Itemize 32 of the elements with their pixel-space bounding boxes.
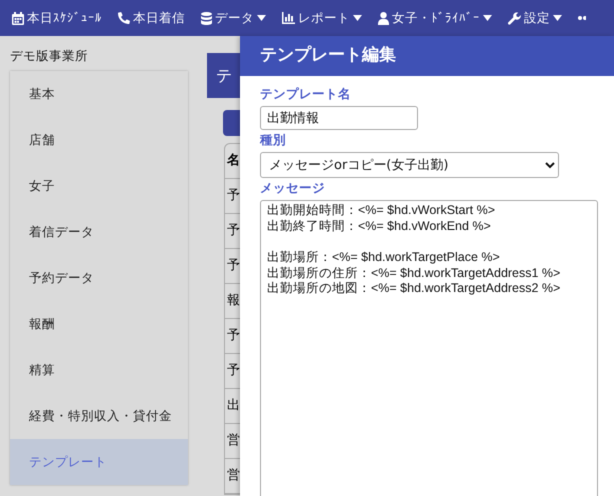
sidebar-item[interactable]: 基本 — [10, 71, 188, 117]
caret-icon — [257, 15, 266, 21]
caret-icon — [553, 15, 562, 21]
sidebar-item[interactable]: 報酬 — [10, 301, 188, 347]
nav-menu-item[interactable]: 本日着信 — [118, 6, 185, 30]
sidebar-item[interactable]: 着信データ — [10, 209, 188, 255]
template-name-field[interactable]: 出勤情報 — [260, 106, 418, 130]
wrench-icon — [508, 12, 521, 24]
database-icon — [201, 12, 212, 24]
drawer-title: テンプレート編集 — [240, 36, 614, 76]
office-name: デモ版事業所 — [10, 47, 89, 65]
more-icon — [578, 16, 586, 20]
sidebar-item[interactable]: 経費・特別収入・貸付金 — [10, 393, 188, 439]
message-field[interactable]: 出勤開始時間：<%= $hd.vWorkStart %> 出勤終了時間：<%= $hd.vWorkEnd %> 出勤場所：<%= $hd.workTargetPlace %> 出勤場所の住所：<%= $hd.workTargetAddress1 %> 出勤場所の地図：<%= $hd.workTargetAddress2 %> — [260, 200, 598, 496]
calendar-icon — [12, 12, 24, 24]
nav-menu-item[interactable]: 設定 — [508, 6, 562, 30]
field-label: 種別 — [260, 132, 287, 149]
field-label: メッセージ — [260, 180, 326, 197]
user-icon — [378, 12, 389, 24]
sidebar-item[interactable]: 店舗 — [10, 117, 188, 163]
sidebar-item[interactable]: 精算 — [10, 347, 188, 393]
nav-menu-item[interactable]: レポート — [282, 6, 362, 30]
sidebar-item[interactable]: 女子 — [10, 163, 188, 209]
caret-icon — [483, 15, 492, 21]
phone-icon — [118, 12, 130, 24]
type-select[interactable]: メッセージorコピー(女子出勤) — [260, 152, 559, 178]
caret-icon — [353, 15, 362, 21]
nav-menu-item[interactable]: 本日ｽｹｼﾞｭｰﾙ — [12, 6, 102, 30]
bar-chart-icon — [282, 12, 295, 24]
sidebar-item[interactable]: 予約データ — [10, 255, 188, 301]
nav-menu-item[interactable]: データ — [201, 6, 266, 30]
nav-menu-item[interactable]: 女子・ﾄﾞﾗｲﾊﾞｰ — [378, 6, 492, 30]
